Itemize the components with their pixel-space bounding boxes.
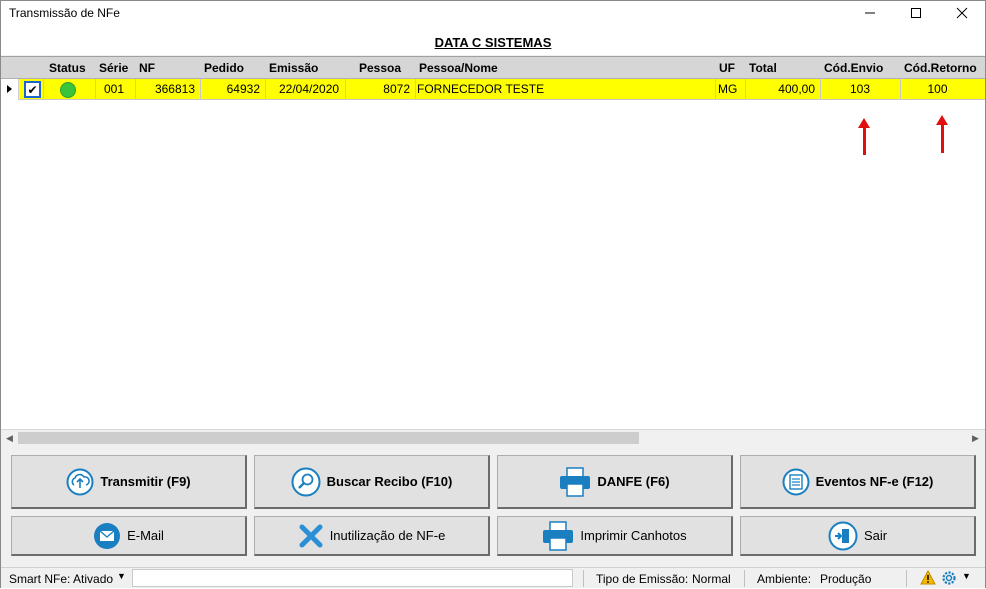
cell-uf: MG <box>718 82 738 96</box>
chevron-down-icon[interactable]: ▼ <box>117 571 126 581</box>
col-status[interactable]: Status <box>49 61 86 75</box>
grid-header: Status Série NF Pedido Emissão Pessoa Pe… <box>1 57 985 79</box>
sair-button[interactable]: Sair <box>740 516 976 556</box>
cloud-upload-icon <box>66 468 94 496</box>
col-emissao[interactable]: Emissão <box>269 61 318 75</box>
ambiente-value: Produção <box>820 572 872 586</box>
close-button[interactable] <box>939 1 985 25</box>
cell-cod-retorno: 100 <box>927 82 948 96</box>
heading-bar: DATA C SISTEMAS <box>1 27 985 55</box>
email-button[interactable]: E-Mail <box>11 516 247 556</box>
cell-emissao: 22/04/2020 <box>279 82 340 96</box>
email-label: E-Mail <box>127 528 164 543</box>
col-pessoa[interactable]: Pessoa <box>359 61 401 75</box>
danfe-label: DANFE (F6) <box>597 474 670 489</box>
sair-label: Sair <box>863 528 888 543</box>
cell-pedido: 64932 <box>226 82 260 96</box>
list-icon <box>782 468 810 496</box>
eventos-label: Eventos NF-e (F12) <box>815 474 934 489</box>
printer-icon <box>542 520 574 551</box>
imprimir-canhotos-button[interactable]: Imprimir Canhotos <box>497 516 733 556</box>
ambiente-label: Ambiente: <box>757 572 812 586</box>
col-pedido[interactable]: Pedido <box>204 61 244 75</box>
col-pessoa-nome[interactable]: Pessoa/Nome <box>419 61 498 75</box>
status-ok-icon <box>60 82 76 98</box>
tipo-emissao-label: Tipo de Emissão: <box>596 572 689 586</box>
title-bar: Transmissão de NFe <box>1 1 985 27</box>
exit-door-icon <box>828 521 858 551</box>
danfe-button[interactable]: DANFE (F6) <box>497 455 733 509</box>
col-serie[interactable]: Série <box>99 61 128 75</box>
imprimir-canhotos-label: Imprimir Canhotos <box>580 528 687 543</box>
col-uf[interactable]: UF <box>719 61 735 75</box>
col-total[interactable]: Total <box>749 61 777 75</box>
col-nf[interactable]: NF <box>139 61 155 75</box>
chevron-down-icon[interactable]: ▼ <box>962 571 971 581</box>
gear-icon[interactable] <box>941 570 957 589</box>
horizontal-scrollbar[interactable]: ◀ ▶ <box>1 429 985 445</box>
maximize-button[interactable] <box>893 1 939 25</box>
buscar-recibo-button[interactable]: Buscar Recibo (F10) <box>254 455 490 509</box>
window-title: Transmissão de NFe <box>9 6 120 20</box>
close-icon <box>956 7 968 19</box>
cell-serie: 001 <box>104 82 125 96</box>
company-heading: DATA C SISTEMAS <box>434 35 552 50</box>
cell-pessoa: 8072 <box>383 82 410 96</box>
maximize-icon <box>911 8 921 18</box>
inutilizacao-button[interactable]: Inutilização de NF-e <box>254 516 490 556</box>
cell-nf: 366813 <box>154 82 195 96</box>
tipo-emissao-value: Normal <box>692 572 731 586</box>
cell-total: 400,00 <box>778 82 815 96</box>
scroll-left-icon[interactable]: ◀ <box>1 430 18 446</box>
row-select-checkbox[interactable]: ✔ <box>24 81 41 98</box>
status-bar: Smart NFe: Ativado ▼ Tipo de Emissão: No… <box>1 567 985 588</box>
scroll-thumb[interactable] <box>18 432 639 444</box>
transmitir-label: Transmitir (F9) <box>100 474 191 489</box>
status-message-field <box>132 569 573 587</box>
nfe-window: Transmissão de NFe DATA C SISTEMAS Statu… <box>0 0 986 588</box>
printer-icon <box>559 466 591 497</box>
minimize-icon <box>865 12 875 14</box>
eventos-button[interactable]: Eventos NF-e (F12) <box>740 455 976 509</box>
col-cod-envio[interactable]: Cód.Envio <box>824 61 883 75</box>
x-mark-icon <box>298 523 324 549</box>
smart-nfe-status[interactable]: Smart NFe: Ativado <box>9 572 113 586</box>
warning-icon[interactable] <box>920 569 936 588</box>
scroll-right-icon[interactable]: ▶ <box>967 430 984 446</box>
email-icon <box>93 522 121 550</box>
transmitir-button[interactable]: Transmitir (F9) <box>11 455 247 509</box>
current-row-icon <box>7 85 12 93</box>
inutilizacao-label: Inutilização de NF-e <box>329 528 446 543</box>
search-icon <box>291 467 321 497</box>
minimize-button[interactable] <box>847 1 893 25</box>
row-indicator <box>1 79 19 100</box>
cell-pessoa-nome: FORNECEDOR TESTE <box>417 82 545 96</box>
table-row[interactable]: 001 366813 64932 22/04/2020 8072 FORNECE… <box>19 79 985 100</box>
cell-cod-envio: 103 <box>849 82 871 96</box>
buscar-recibo-label: Buscar Recibo (F10) <box>326 474 453 489</box>
nfe-grid[interactable]: Status Série NF Pedido Emissão Pessoa Pe… <box>1 56 985 429</box>
col-cod-retorno[interactable]: Cód.Retorno <box>904 61 977 75</box>
